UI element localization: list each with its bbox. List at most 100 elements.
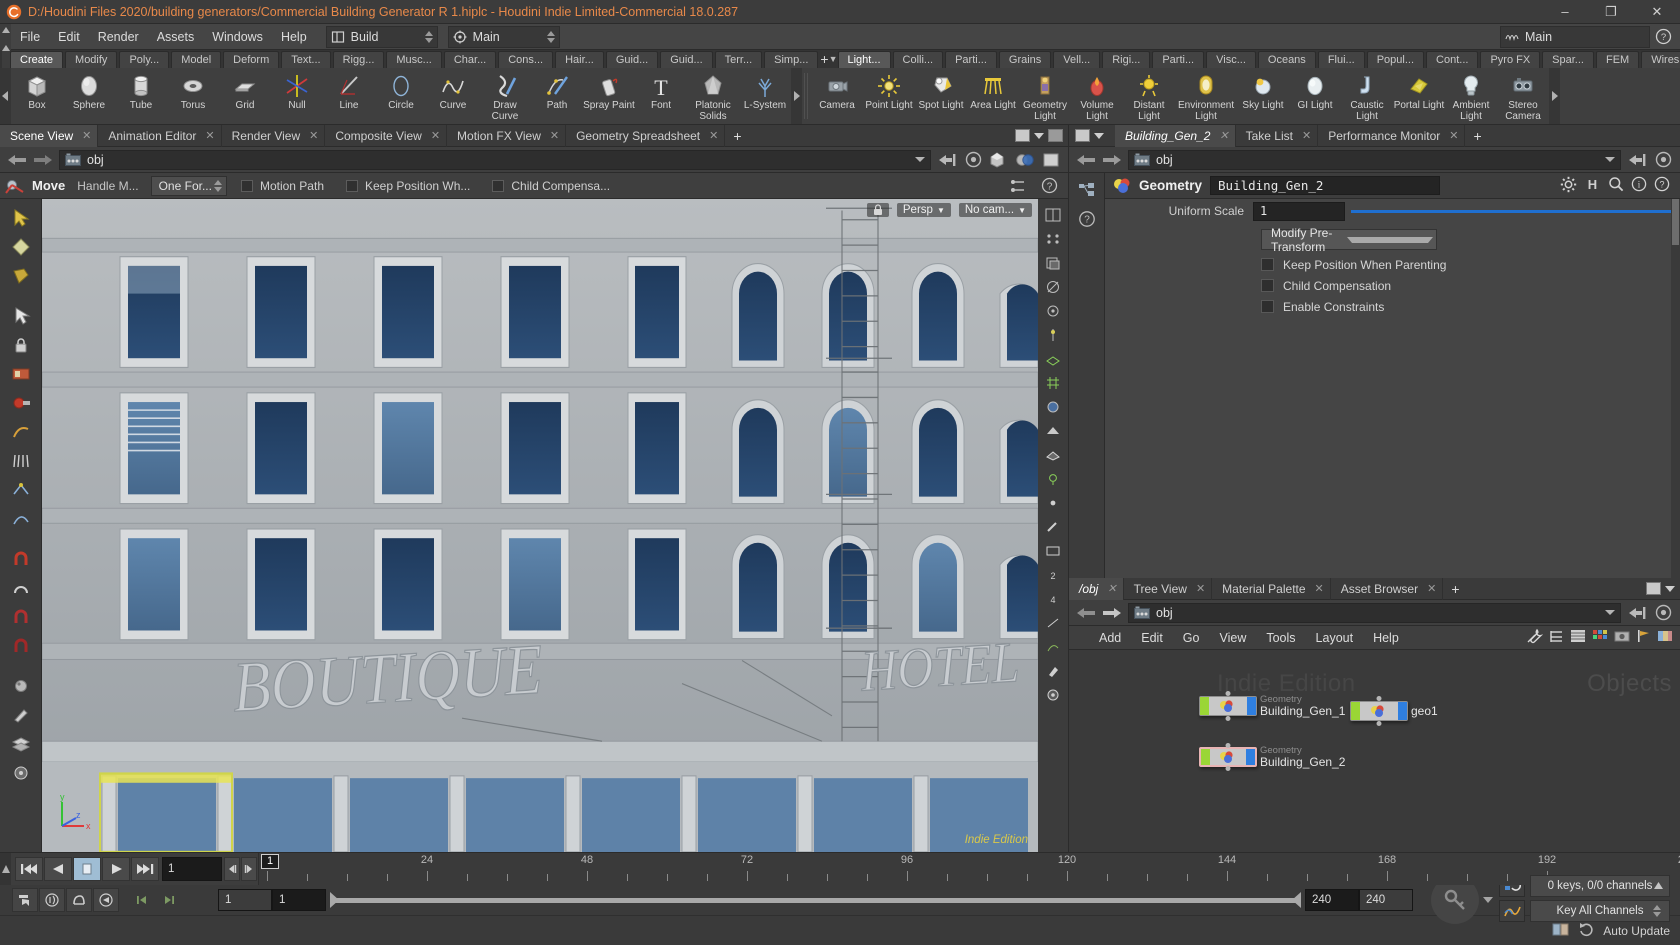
shelf-tab-wires[interactable]: Wires [1641, 51, 1680, 68]
network-menu-add[interactable]: Add [1089, 626, 1131, 650]
houdini-h-icon[interactable]: H [1584, 177, 1601, 195]
node-display-flag[interactable] [1200, 697, 1209, 715]
tab-close-icon[interactable]: ✕ [431, 129, 440, 142]
node-building-gen-2[interactable]: Geometry Building_Gen_2 [1199, 746, 1345, 769]
info-icon[interactable]: i [1631, 176, 1647, 195]
gear-icon[interactable] [1560, 176, 1577, 196]
shelf-tool-camera[interactable]: Camera [811, 69, 863, 123]
snap-button[interactable] [66, 888, 92, 912]
shelf-tool-sphere[interactable]: Sphere [63, 69, 115, 123]
flag-icon[interactable] [1636, 629, 1651, 646]
desktop-main-selector[interactable]: Main [448, 26, 560, 48]
palette-icon[interactable] [1657, 629, 1673, 646]
network-menu-help[interactable]: Help [1363, 626, 1409, 650]
back-arrow-icon[interactable] [1073, 149, 1099, 171]
shelf-tab-rigid-bodies[interactable]: Rigi... [1102, 51, 1150, 68]
snapshot-icon[interactable] [1614, 629, 1630, 646]
network-menu-layout[interactable]: Layout [1306, 626, 1364, 650]
shelf-tab-viscous-fluids[interactable]: Visc... [1206, 51, 1256, 68]
step-left-button[interactable] [224, 857, 240, 881]
minimize-button[interactable]: – [1542, 0, 1588, 24]
shelf-tab-populate[interactable]: Popul... [1367, 51, 1424, 68]
network-menu-edit[interactable]: Edit [1131, 626, 1173, 650]
tab-scene-view[interactable]: Scene View✕ [0, 125, 98, 147]
jump-to-end-button[interactable] [131, 857, 159, 881]
pane-menu-chevron-down-icon[interactable] [1665, 586, 1675, 592]
node-output-connector[interactable] [1377, 721, 1382, 726]
magnet2-icon[interactable] [6, 604, 36, 630]
pin-path-icon[interactable] [934, 149, 960, 171]
parameters-scrollbar[interactable] [1671, 199, 1680, 578]
shelf-tab-muscles[interactable]: Musc... [386, 51, 441, 68]
snap-grid-icon[interactable] [1040, 371, 1066, 394]
node-input-connector[interactable] [1226, 691, 1231, 696]
shelf-tab-particles[interactable]: Parti... [945, 51, 997, 68]
menu-edit[interactable]: Edit [49, 24, 89, 50]
keys-channels-status[interactable]: 0 keys, 0/0 channels [1530, 875, 1670, 897]
current-frame-input[interactable]: 1 [162, 857, 222, 881]
add-pane-tab-button[interactable]: + [725, 128, 749, 144]
pin-parameters-icon[interactable] [1624, 149, 1650, 171]
tab-composite-view[interactable]: Composite View✕ [325, 125, 447, 147]
shelf-tab-collisions[interactable]: Colli... [893, 51, 944, 68]
background-image-icon[interactable] [1040, 539, 1066, 562]
maximize-pane-icon[interactable] [1646, 582, 1661, 595]
geometry-info-icon[interactable] [1040, 515, 1066, 538]
tab-close-icon[interactable]: ✕ [1449, 129, 1458, 142]
shelf-tab-deform[interactable]: Deform [223, 51, 279, 68]
help-icon[interactable]: ? [1072, 206, 1102, 232]
tab-close-icon[interactable]: ✕ [1315, 582, 1324, 595]
tab-close-icon[interactable]: ✕ [82, 129, 91, 142]
desktop-build-selector[interactable]: Build [326, 26, 438, 48]
shelf-tool-box[interactable]: Box [11, 69, 63, 123]
shelf-tool-geometry-light[interactable]: Geometry Light [1019, 69, 1071, 123]
frame-range-slider[interactable] [330, 889, 1301, 911]
shelf-tab-fem[interactable]: FEM [1596, 51, 1639, 68]
range-end-frame-input[interactable]: 240 [1305, 889, 1359, 911]
tab-close-icon[interactable]: ✕ [1219, 129, 1228, 142]
lock-tool-icon[interactable] [6, 332, 36, 358]
ghost-display-icon[interactable] [1040, 251, 1066, 274]
keep-position-checkbox[interactable]: Keep Position Wh... [346, 179, 470, 193]
shelf-scroll-right2-icon[interactable] [1549, 68, 1560, 124]
wireframe-shaded-icon[interactable] [1040, 443, 1066, 466]
texture-paint-icon[interactable] [6, 361, 36, 387]
tab-close-icon[interactable]: ✕ [309, 129, 318, 142]
shelf-tool-circle[interactable]: Circle [375, 69, 427, 123]
close-button[interactable]: ✕ [1634, 0, 1680, 24]
shelf-scroll-right-icon[interactable] [791, 68, 802, 124]
tab-building-gen-2[interactable]: Building_Gen_2✕ [1115, 125, 1236, 147]
group-list-icon[interactable] [1040, 635, 1066, 658]
tab-obj-network[interactable]: /obj✕ [1069, 578, 1124, 600]
hierarchy-icon[interactable] [1072, 177, 1102, 203]
search-icon[interactable] [1608, 176, 1624, 195]
step-back-button[interactable] [44, 857, 72, 881]
pane-menu-chevron-down-icon[interactable] [1094, 133, 1104, 139]
transform-mode-selector[interactable]: One For... [151, 176, 227, 196]
shelf-tab-constraints[interactable]: Cons... [498, 51, 553, 68]
shelf-tab-create[interactable]: Create [10, 51, 63, 68]
viewer-help-icon[interactable]: ? [1036, 175, 1062, 197]
shelf-tool-spray-paint[interactable]: Spray Paint [583, 69, 635, 123]
node-body[interactable] [1199, 747, 1257, 767]
audio-button[interactable] [39, 888, 65, 912]
menu-render[interactable]: Render [89, 24, 148, 50]
shelf-scroll-left-icon[interactable] [0, 68, 11, 124]
desktop-build-spinner[interactable] [423, 31, 435, 43]
help-circle-icon[interactable]: ? [1650, 26, 1676, 48]
network-menu-view[interactable]: View [1209, 626, 1256, 650]
shelf-add-tab-left-button[interactable]: + [820, 51, 828, 68]
shelf-tool-ambient-light[interactable]: Ambient Light [1445, 69, 1497, 123]
node-output-connector[interactable] [1226, 716, 1231, 721]
shelf-tab-guide-groom[interactable]: Guid... [660, 51, 712, 68]
node-input-connector[interactable] [1226, 743, 1231, 748]
frame-selected-icon[interactable]: 2 [1040, 563, 1066, 586]
shelf-tool-draw-curve[interactable]: Draw Curve [479, 69, 531, 123]
shelf-tool-font[interactable]: T Font [635, 69, 687, 123]
shelf-left-dropdown-icon[interactable]: ▼ [829, 51, 838, 68]
shading-mode-icon[interactable] [1038, 149, 1064, 171]
range-handle-left[interactable] [330, 892, 339, 908]
tab-close-icon[interactable]: ✕ [1427, 582, 1436, 595]
set-key-button[interactable] [12, 888, 38, 912]
parameter-presets-icon[interactable] [1650, 149, 1676, 171]
